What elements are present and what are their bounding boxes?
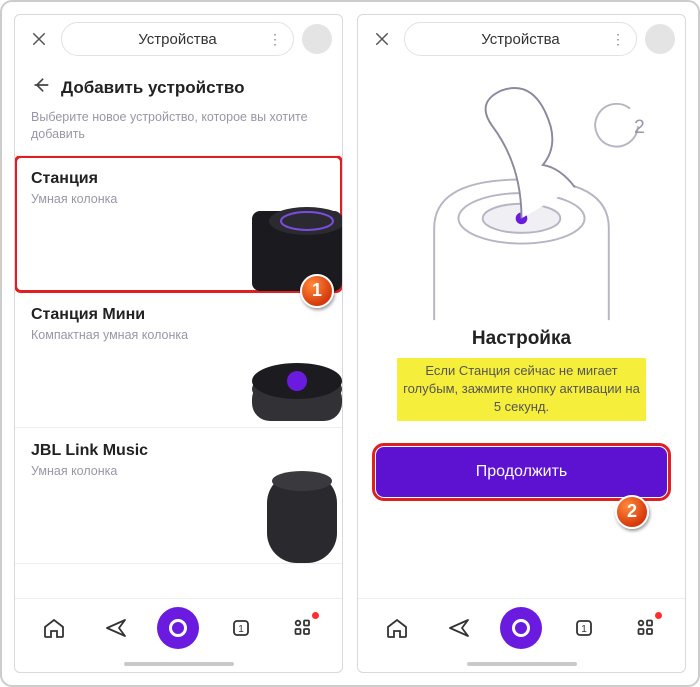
title-text: Устройства xyxy=(138,31,216,48)
nav-tabs[interactable]: 1 xyxy=(564,608,604,648)
avatar[interactable] xyxy=(302,24,332,54)
speaker-jbl-icon xyxy=(212,463,342,563)
more-icon[interactable]: ⋮ xyxy=(611,31,624,48)
gesture-bar xyxy=(358,656,685,672)
step-badge-2: 2 xyxy=(615,495,649,529)
step-badge-1: 1 xyxy=(300,274,334,308)
send-icon xyxy=(104,616,128,640)
top-bar: Устройства ⋮ xyxy=(358,15,685,63)
setup-body: 2 Настройка Если Станция сейчас не мигае… xyxy=(358,63,685,598)
device-card-station[interactable]: Станция Умная колонка xyxy=(15,156,342,292)
setup-hint: Если Станция сейчас не мигает голубым, з… xyxy=(397,358,646,421)
device-card-jbl[interactable]: JBL Link Music Умная колонка xyxy=(15,428,342,564)
svg-text:1: 1 xyxy=(582,624,588,635)
device-title: Станция Мини xyxy=(31,306,326,324)
notification-dot-icon xyxy=(655,612,662,619)
alice-icon xyxy=(512,619,530,637)
device-title: Станция xyxy=(31,170,326,188)
screen-add-device: Устройства ⋮ Добавить устройство Выберит… xyxy=(14,14,343,673)
setup-title: Настройка xyxy=(472,328,571,350)
back-button[interactable] xyxy=(31,75,51,101)
more-icon[interactable]: ⋮ xyxy=(268,31,281,48)
page-title: Добавить устройство xyxy=(61,78,244,98)
arrow-left-icon xyxy=(31,75,51,95)
device-card-station-mini[interactable]: Станция Мини Компактная умная колонка 1 xyxy=(15,292,342,428)
gesture-bar xyxy=(15,656,342,672)
nav-apps[interactable] xyxy=(283,608,323,648)
avatar[interactable] xyxy=(645,24,675,54)
close-button[interactable] xyxy=(25,25,53,53)
close-button[interactable] xyxy=(368,25,396,53)
alice-icon xyxy=(169,619,187,637)
device-list: Станция Умная колонка Станция Мини Компа… xyxy=(15,155,342,598)
tabs-icon: 1 xyxy=(229,616,253,640)
bottom-nav: 1 xyxy=(358,598,685,656)
nav-home[interactable] xyxy=(34,608,74,648)
device-title: JBL Link Music xyxy=(31,442,326,460)
home-icon xyxy=(385,616,409,640)
title-pill[interactable]: Устройства ⋮ xyxy=(404,22,637,56)
svg-text:2: 2 xyxy=(634,116,645,138)
nav-send[interactable] xyxy=(96,608,136,648)
apps-icon xyxy=(634,616,658,640)
nav-send[interactable] xyxy=(439,608,479,648)
nav-tabs[interactable]: 1 xyxy=(221,608,261,648)
home-icon xyxy=(42,616,66,640)
notification-dot-icon xyxy=(312,612,319,619)
apps-icon xyxy=(291,616,315,640)
page-header: Добавить устройство xyxy=(15,63,342,109)
nav-alice[interactable] xyxy=(157,607,199,649)
send-icon xyxy=(447,616,471,640)
instruction-text: Выберите новое устройство, которое вы хо… xyxy=(15,109,342,155)
nav-home[interactable] xyxy=(377,608,417,648)
top-bar: Устройства ⋮ xyxy=(15,15,342,63)
nav-apps[interactable] xyxy=(626,608,666,648)
press-button-illustration: 2 xyxy=(376,69,667,324)
tabs-icon: 1 xyxy=(572,616,596,640)
close-icon xyxy=(373,30,391,48)
speaker-mini-icon xyxy=(212,327,342,427)
close-icon xyxy=(30,30,48,48)
title-pill[interactable]: Устройства ⋮ xyxy=(61,22,294,56)
title-text: Устройства xyxy=(481,31,559,48)
bottom-nav: 1 xyxy=(15,598,342,656)
screen-setup: Устройства ⋮ 2 Настройка Если Станция се… xyxy=(357,14,686,673)
svg-text:1: 1 xyxy=(239,624,245,635)
continue-button[interactable]: Продолжить xyxy=(376,447,667,497)
nav-alice[interactable] xyxy=(500,607,542,649)
